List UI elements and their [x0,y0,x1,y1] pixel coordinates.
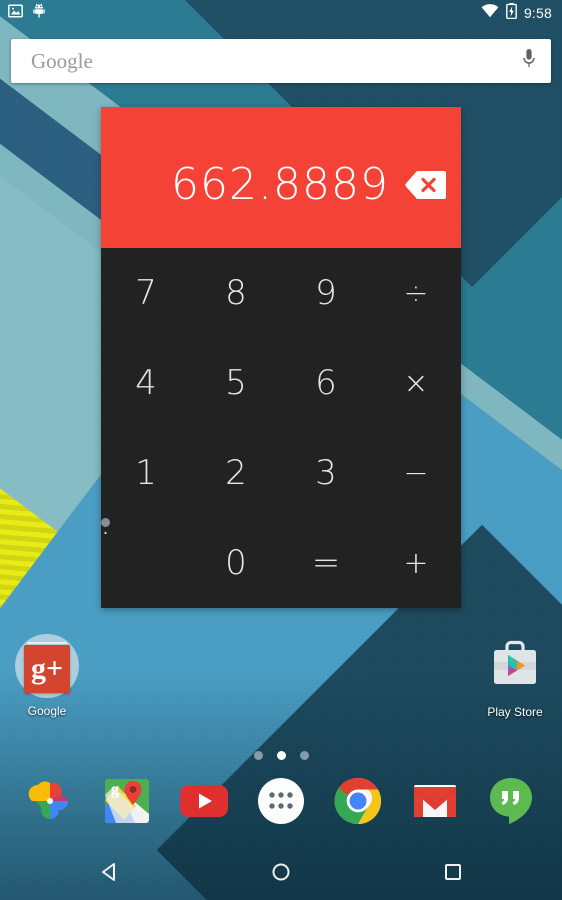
screenshot-icon [8,3,23,23]
calculator-key-digit-3[interactable]: 3 [281,428,371,518]
status-bar-clock: 9:58 [523,5,552,21]
recents-square-icon[interactable] [433,852,473,892]
calculator-display: 662.8889 [101,107,461,248]
youtube-icon [179,781,229,826]
dock-item-chrome[interactable] [330,775,386,831]
calculator-keypad[interactable]: 7 8 9 ÷ 4 5 6 × 1 2 3−. 0 = + [101,248,461,608]
calculator-key-digit-0[interactable]: 0 [191,518,281,608]
page-dot[interactable] [253,751,263,760]
google-plus-tile: g+ [24,645,70,693]
status-bar-right-icons: 9:58 [481,2,552,24]
dock-item-youtube[interactable] [176,775,232,831]
chrome-icon [333,776,383,831]
calculator-key-decimal-.[interactable]: . [101,503,111,543]
calculator-key-operator-−[interactable]: − [371,428,461,518]
dock-item-app-drawer[interactable] [253,775,309,831]
calculator-key-digit-5[interactable]: 5 [191,338,281,428]
calculator-key-digit-9[interactable]: 9 [281,248,371,338]
backspace-clear-icon[interactable] [403,168,449,202]
microphone-icon[interactable] [521,47,537,76]
calculator-key-operator-×[interactable]: × [371,338,461,428]
usb-debug-icon [32,3,46,23]
gmail-icon [410,781,460,826]
play-store-icon[interactable] [485,634,545,699]
wifi-icon [481,3,499,23]
search-input-placeholder[interactable]: Google [31,49,521,74]
navigation-bar [0,844,562,900]
calculator-key-digit-4[interactable]: 4 [101,338,191,428]
app-drawer-icon [256,776,306,831]
calculator-key-operator-+[interactable]: + [371,518,461,608]
page-indicator-dots [0,751,562,760]
page-dot-active[interactable] [276,751,286,760]
status-bar-left-icons [8,3,46,23]
back-triangle-icon[interactable] [89,852,129,892]
svg-text:g: g [111,781,119,798]
status-bar[interactable]: 9:58 [0,0,562,26]
google-maps-icon: g [102,776,152,831]
page-dot[interactable] [299,751,309,760]
dock-item-photos[interactable] [22,775,78,831]
photos-pinwheel-icon [25,776,75,831]
google-plus-folder-icon[interactable]: g+ [15,634,79,698]
calculator-key-operator-÷[interactable]: ÷ [371,248,461,338]
calculator-key-digit-6[interactable]: 6 [281,338,371,428]
home-icon-label: Play Store [487,705,543,719]
home-icon-label: Google [27,704,67,718]
dock-item-maps[interactable]: g [99,775,155,831]
calculator-key-equals-=[interactable]: = [281,518,371,608]
dock: g [0,770,562,836]
home-icon-google-folder[interactable]: g+ Google [4,634,90,718]
calculator-key-digit-1[interactable]: 1 [101,428,191,518]
home-icon-play-store[interactable]: Play Store [472,634,558,719]
calculator-key-digit-8[interactable]: 8 [191,248,281,338]
dock-item-gmail[interactable] [407,775,463,831]
calculator-widget[interactable]: 662.8889 7 8 9 ÷ 4 5 6 × 1 2 3−. 0 = + [101,107,461,608]
hangouts-icon [487,776,535,831]
dock-item-hangouts[interactable] [483,775,539,831]
google-search-bar[interactable]: Google [11,39,551,83]
home-circle-icon[interactable] [261,852,301,892]
calculator-display-value: 662.8889 [171,159,389,210]
calculator-key-digit-7[interactable]: 7 [101,248,191,338]
calculator-key-digit-2[interactable]: 2 [191,428,281,518]
battery-charging-icon [506,2,517,24]
